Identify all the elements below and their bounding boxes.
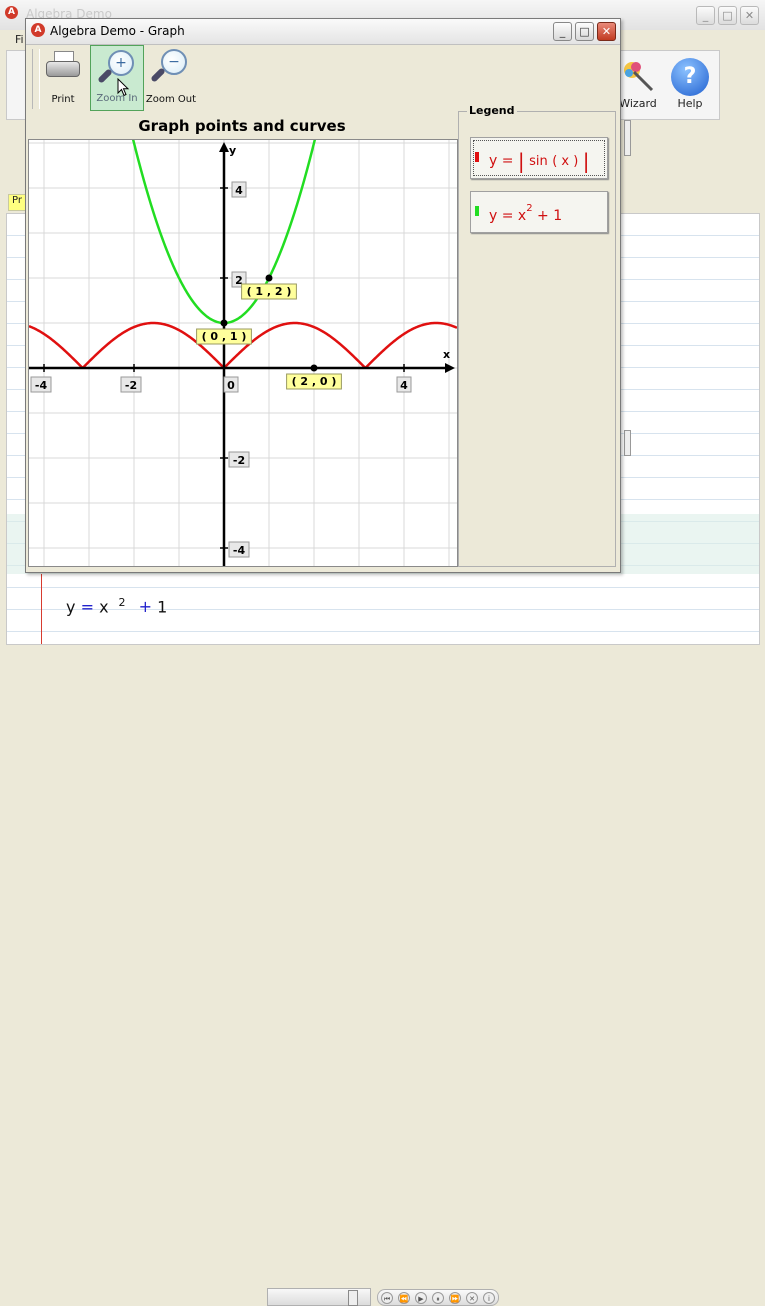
y-tick-label: -2 — [228, 451, 250, 468]
dialog-maximize-button[interactable]: □ — [575, 22, 594, 41]
point-marker — [310, 364, 318, 372]
legend-func: sin — [529, 154, 548, 169]
eq-const: 1 — [157, 597, 168, 617]
legend-swatch-red — [475, 152, 479, 162]
dialog-minimize-button[interactable]: _ — [553, 22, 572, 41]
tick-labels: -4 -2 0 442-2-4 — [30, 181, 412, 558]
grid-lines — [29, 140, 457, 566]
magic-wand-icon — [624, 62, 654, 92]
tick-label-text: 4 — [400, 379, 408, 392]
playback-slider[interactable] — [267, 1288, 371, 1306]
printer-icon — [46, 51, 80, 81]
equation-line: y = x2 + 1 — [66, 596, 167, 616]
dialog-close-button[interactable]: ✕ — [597, 22, 616, 41]
dialog-title: Algebra Demo - Graph — [50, 24, 185, 38]
legend-eq-abs-sin: y = | sin ( x ) | — [489, 149, 590, 173]
legend-rest: + 1 — [537, 208, 563, 224]
legend-item-abs-sin[interactable]: y = | sin ( x ) | — [470, 137, 608, 179]
tick-label-text: -2 — [233, 454, 245, 467]
zoom-out-button[interactable]: − Zoom Out — [144, 45, 198, 111]
print-label: Print — [51, 94, 75, 105]
tick-label-text: -4 — [233, 544, 246, 557]
tick-label-text: -4 — [35, 379, 48, 392]
legend-lhs-2: y = — [489, 208, 514, 224]
y-axis-label: y — [229, 144, 236, 157]
x-tick-label: 4 — [396, 376, 412, 393]
zoom-in-button[interactable]: + Zoom In — [90, 45, 144, 111]
legend-base: x — [517, 208, 527, 224]
help-button[interactable]: ? Help — [660, 52, 720, 116]
x-tick-label: -4 — [30, 376, 52, 393]
tick-label-text: 0 — [227, 379, 235, 392]
mouse-cursor-icon — [117, 78, 130, 97]
point-label-text: ( 0 , 1 ) — [202, 330, 247, 343]
dialog-app-icon: A — [31, 23, 45, 37]
graph-canvas[interactable]: xy -4 -2 0 4 4 2 -2 -4 ( 1 , 2 )( 0 , 1 )( 2 , … — [28, 139, 458, 567]
legend-eq-parabola: y = x2 + 1 — [489, 203, 562, 224]
legend-swatch-green — [475, 206, 479, 216]
tick-label-text: 4 — [235, 184, 243, 197]
point-marker — [265, 274, 273, 282]
graph-title: Graph points and curves — [138, 117, 346, 135]
x-axis-arrow — [445, 363, 455, 373]
first-icon[interactable]: ⏮ — [381, 1292, 393, 1304]
main-maximize-button[interactable]: □ — [718, 6, 737, 25]
legend-exp: 2 — [526, 203, 533, 214]
stop-icon[interactable]: ✕ — [466, 1292, 478, 1304]
playback-controls: ⏮ ⏪ ▶ ⏸ ⏩ ✕ i — [377, 1289, 499, 1306]
app-icon: A — [5, 6, 18, 19]
y-tick-label: 4 — [231, 181, 247, 198]
print-button[interactable]: Print — [36, 45, 90, 111]
point-label: ( 1 , 2 ) — [241, 283, 297, 300]
x-axis-label: x — [443, 348, 450, 361]
zoom-out-label: Zoom Out — [145, 94, 197, 105]
eq-plus: + — [138, 597, 153, 617]
play-icon[interactable]: ▶ — [415, 1292, 427, 1304]
legend-arg: ( x ) — [552, 154, 579, 169]
status-bar: ⏮ ⏪ ▶ ⏸ ⏩ ✕ i — [0, 643, 765, 1306]
point-marker — [220, 319, 228, 327]
point-label: ( 2 , 0 ) — [286, 373, 342, 390]
point-label-text: ( 2 , 0 ) — [292, 375, 337, 388]
legend-title: Legend — [467, 104, 517, 117]
point-label-text: ( 1 , 2 ) — [247, 285, 292, 298]
help-icon: ? — [671, 58, 709, 96]
eq-equals: = — [80, 597, 94, 617]
rewind-icon[interactable]: ⏪ — [398, 1292, 410, 1304]
point-label: ( 0 , 1 ) — [196, 328, 252, 345]
tick-label-text: -2 — [125, 379, 137, 392]
eq-exponent: 2 — [118, 596, 126, 609]
toolbar-scroll-handle[interactable] — [624, 120, 631, 156]
dialog-toolbar: Print + Zoom In − Zoom Out — [28, 45, 618, 113]
info-icon[interactable]: i — [483, 1292, 495, 1304]
main-minimize-button[interactable]: _ — [696, 6, 715, 25]
legend-panel: Legend y = | sin ( x ) | y = x2 + 1 — [458, 104, 616, 567]
menu-file[interactable]: Fi — [15, 33, 24, 46]
legend-item-parabola[interactable]: y = x2 + 1 — [470, 191, 608, 233]
x-tick-label: -2 — [120, 376, 142, 393]
x-tick-label: 0 — [223, 376, 239, 393]
y-tick-label: -4 — [228, 541, 250, 558]
forward-icon[interactable]: ⏩ — [449, 1292, 461, 1304]
cursor-line — [41, 574, 42, 644]
eq-lhs: y — [66, 597, 76, 617]
axes: xy — [29, 142, 455, 566]
pause-icon[interactable]: ⏸ — [432, 1292, 444, 1304]
help-label: Help — [677, 97, 703, 110]
eq-base: x — [99, 597, 109, 617]
slider-knob[interactable] — [348, 1290, 358, 1306]
document-scroll-handle[interactable] — [624, 430, 631, 456]
dialog-title-bar[interactable]: A Algebra Demo - Graph _ □ ✕ — [26, 19, 620, 45]
graph-dialog: A Algebra Demo - Graph _ □ ✕ Print + Zoo… — [25, 18, 621, 573]
plot-svg: xy -4 -2 0 442-2-4 ( 1 , 2 )( 0 , 1 )( 2 , … — [29, 140, 457, 566]
legend-lhs: y = — [489, 153, 514, 169]
main-close-button[interactable]: ✕ — [740, 6, 759, 25]
